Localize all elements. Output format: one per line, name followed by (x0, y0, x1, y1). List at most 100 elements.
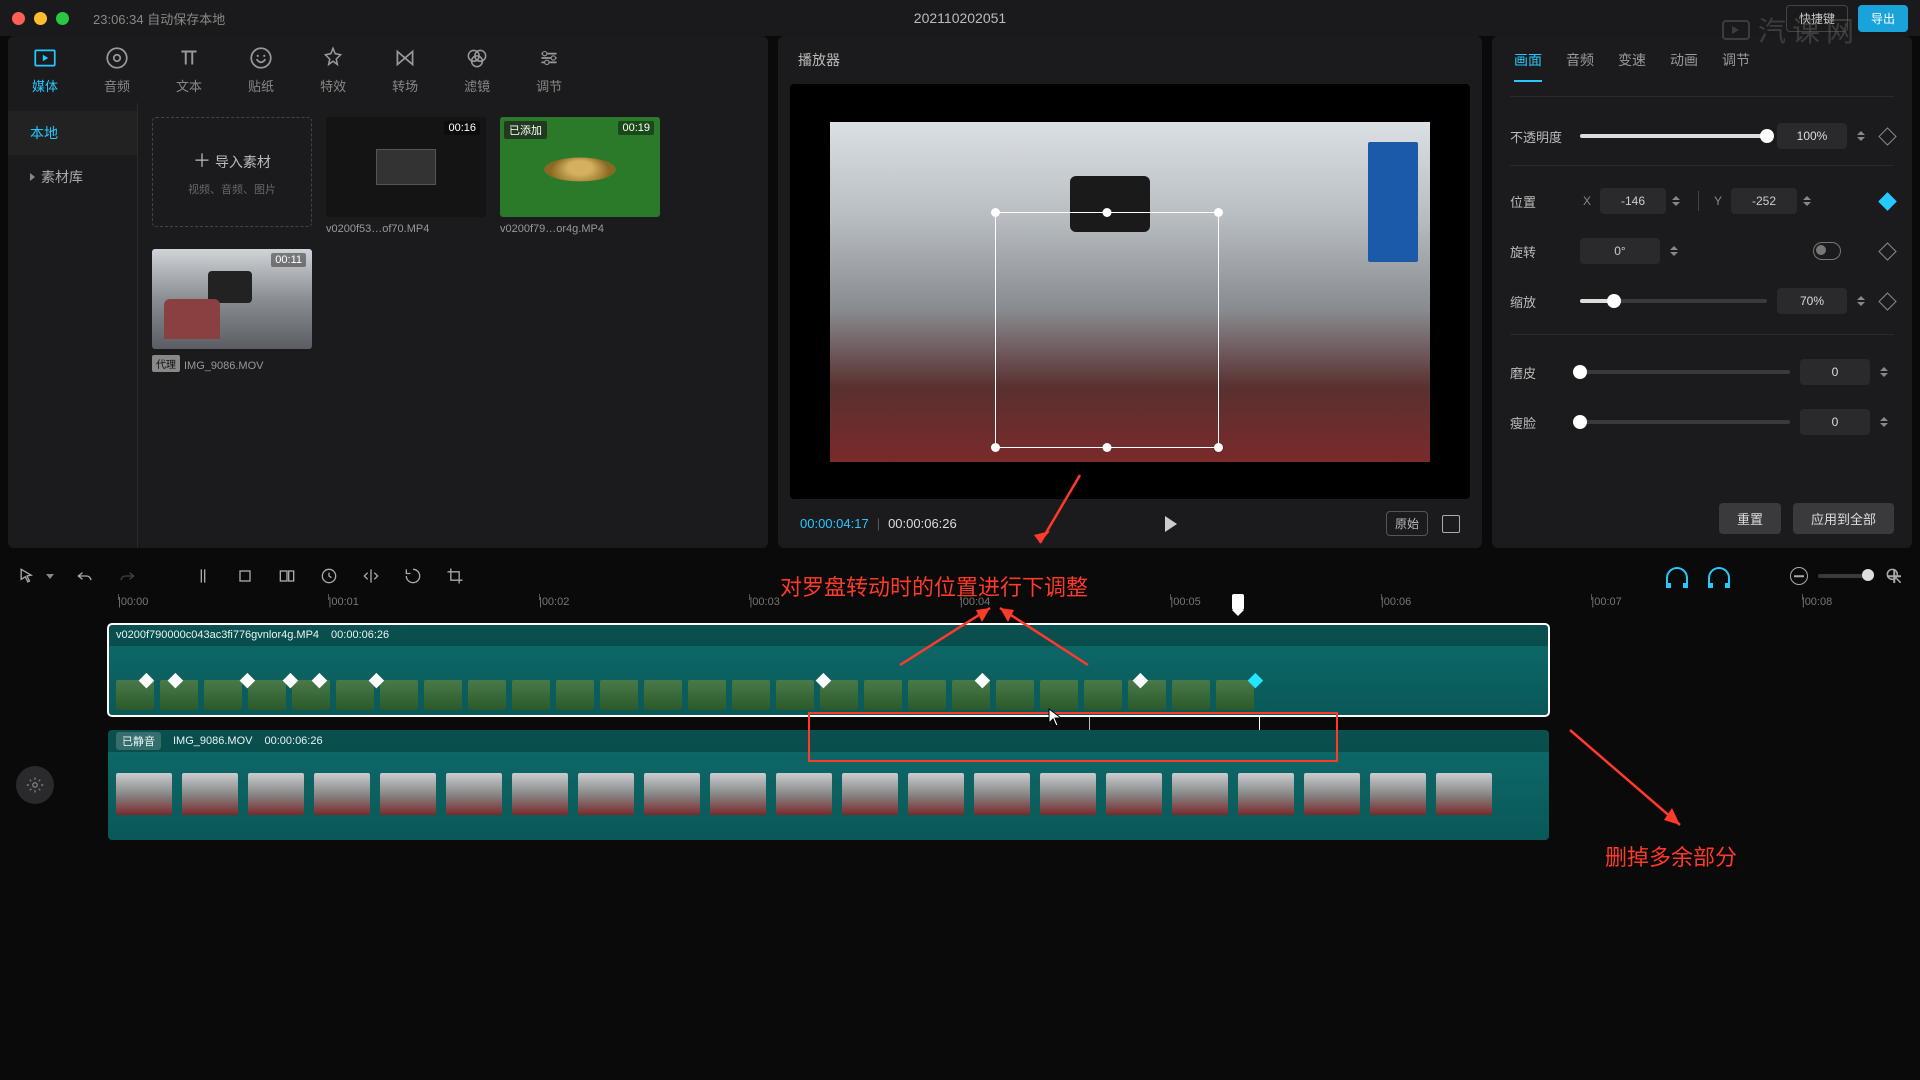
rotation-reset-icon[interactable] (1813, 242, 1841, 260)
x-stepper[interactable] (1672, 188, 1686, 214)
y-stepper[interactable] (1803, 188, 1817, 214)
tab-picture[interactable]: 画面 (1514, 50, 1542, 82)
rotate-tool[interactable] (402, 565, 424, 587)
keyframe-icon[interactable] (311, 673, 327, 689)
link-toggle[interactable] (1708, 567, 1730, 585)
apply-all-button[interactable]: 应用到全部 (1793, 503, 1894, 534)
keyframe-icon[interactable] (239, 673, 255, 689)
resize-handle[interactable] (1103, 208, 1112, 217)
tool-dropdown-icon[interactable] (46, 574, 54, 579)
zoom-out-button[interactable] (1790, 567, 1808, 585)
tab-filter[interactable]: 滤镜 (456, 42, 498, 99)
mute-badge: 已静音 (116, 732, 161, 750)
track-settings-button[interactable] (16, 766, 54, 804)
resize-handle[interactable] (1103, 443, 1112, 452)
redo-button[interactable] (116, 565, 138, 587)
reset-button[interactable]: 重置 (1719, 503, 1781, 534)
opacity-slider[interactable] (1580, 134, 1767, 138)
tab-speed[interactable]: 变速 (1618, 50, 1646, 82)
face-stepper[interactable] (1880, 409, 1894, 435)
keyframe-toggle[interactable] (1878, 127, 1896, 145)
smooth-stepper[interactable] (1880, 359, 1894, 385)
timeline-clip[interactable]: v0200f790000c043ac3fi776gvnlor4g.MP4 00:… (108, 624, 1549, 716)
face-slider[interactable] (1580, 420, 1790, 424)
tab-animation[interactable]: 动画 (1670, 50, 1698, 82)
keyframe-toggle[interactable] (1878, 292, 1896, 310)
minimize-window-icon[interactable] (34, 12, 47, 25)
sidebar-item-library[interactable]: 素材库 (8, 155, 137, 199)
keyframe-toggle[interactable] (1878, 192, 1896, 210)
keyframe-icon[interactable] (1248, 673, 1264, 689)
keyframe-icon[interactable] (1133, 673, 1149, 689)
export-button[interactable]: 导出 (1858, 5, 1908, 32)
maximize-window-icon[interactable] (56, 12, 69, 25)
crop-frame-tool[interactable] (444, 565, 466, 587)
timeline-clip[interactable]: 已静音 IMG_9086.MOV 00:00:06:26 (108, 730, 1549, 840)
resize-handle[interactable] (1214, 443, 1223, 452)
resize-handle[interactable] (1214, 208, 1223, 217)
tab-adjust[interactable]: 调节 (528, 42, 570, 99)
media-clip[interactable]: 已添加00:19 v0200f79…or4g.MP4 (500, 117, 660, 235)
scale-value[interactable]: 70% (1777, 288, 1847, 314)
keyframe-icon[interactable] (816, 673, 832, 689)
timeline-ruler[interactable]: |00:00 |00:01 |00:02 |00:03 |00:04 |00:0… (118, 596, 1872, 618)
preview-title: 播放器 (778, 36, 1482, 84)
scale-slider[interactable] (1580, 299, 1767, 303)
tab-audio[interactable]: 音频 (96, 42, 138, 99)
media-clip[interactable]: 00:16 v0200f53…of70.MP4 (326, 117, 486, 235)
play-button[interactable] (1165, 516, 1177, 532)
tab-media[interactable]: 媒体 (24, 42, 66, 99)
face-value[interactable]: 0 (1800, 409, 1870, 435)
filter-icon (464, 46, 490, 70)
face-row: 瘦脸 0 (1510, 397, 1894, 447)
opacity-stepper[interactable] (1857, 123, 1871, 149)
clip-filename: v0200f53…of70.MP4 (326, 223, 486, 235)
clip-name: v0200f790000c043ac3fi776gvnlor4g.MP4 (116, 629, 319, 641)
close-window-icon[interactable] (12, 12, 25, 25)
position-x-input[interactable]: -146 (1600, 188, 1666, 214)
rotation-stepper[interactable] (1670, 238, 1684, 264)
tab-audio[interactable]: 音频 (1566, 50, 1594, 82)
selection-box[interactable] (995, 212, 1219, 448)
sidebar-item-local[interactable]: 本地 (8, 111, 137, 155)
zoom-in-button[interactable] (1884, 566, 1904, 586)
tab-transition[interactable]: 转场 (384, 42, 426, 99)
smooth-value[interactable]: 0 (1800, 359, 1870, 385)
position-y-input[interactable]: -252 (1731, 188, 1797, 214)
preview-stage[interactable] (790, 84, 1470, 499)
reverse-tool[interactable] (318, 565, 340, 587)
freeze-tool[interactable] (276, 565, 298, 587)
crop-tool[interactable] (234, 565, 256, 587)
tool-tabs: 媒体 音频 文本 贴纸 特效 转场 滤镜 调节 (8, 36, 768, 103)
scale-stepper[interactable] (1857, 288, 1871, 314)
select-tool[interactable] (16, 565, 38, 587)
keyframe-icon[interactable] (974, 673, 990, 689)
opacity-value[interactable]: 100% (1777, 123, 1847, 149)
tab-sticker[interactable]: 贴纸 (240, 42, 282, 99)
keyframe-icon[interactable] (283, 673, 299, 689)
audio-icon (104, 46, 130, 70)
clip-duration: 00:11 (271, 253, 306, 267)
aspect-ratio-button[interactable]: 原始 (1386, 511, 1428, 536)
undo-button[interactable] (74, 565, 96, 587)
mirror-tool[interactable] (360, 565, 382, 587)
shortcut-button[interactable]: 快捷键 (1786, 5, 1848, 32)
tab-adjust[interactable]: 调节 (1722, 50, 1750, 82)
resize-handle[interactable] (991, 208, 1000, 217)
tab-effect[interactable]: 特效 (312, 42, 354, 99)
keyframe-icon[interactable] (369, 673, 385, 689)
media-clip[interactable]: 00:11 代理IMG_9086.MOV (152, 249, 312, 372)
keyframe-icon[interactable] (138, 673, 154, 689)
smooth-slider[interactable] (1580, 370, 1790, 374)
rotation-input[interactable]: 0° (1580, 238, 1660, 264)
import-media-button[interactable]: ＋ 导入素材 视频、音频、图片 (152, 117, 312, 227)
split-tool[interactable] (192, 565, 214, 587)
keyframe-icon[interactable] (167, 673, 183, 689)
fullscreen-icon[interactable] (1442, 515, 1460, 533)
playhead-handle[interactable] (1232, 594, 1244, 610)
keyframe-toggle[interactable] (1878, 242, 1896, 260)
snap-toggle[interactable] (1666, 567, 1688, 585)
resize-handle[interactable] (991, 443, 1000, 452)
zoom-slider[interactable] (1818, 574, 1874, 578)
tab-text[interactable]: 文本 (168, 42, 210, 99)
